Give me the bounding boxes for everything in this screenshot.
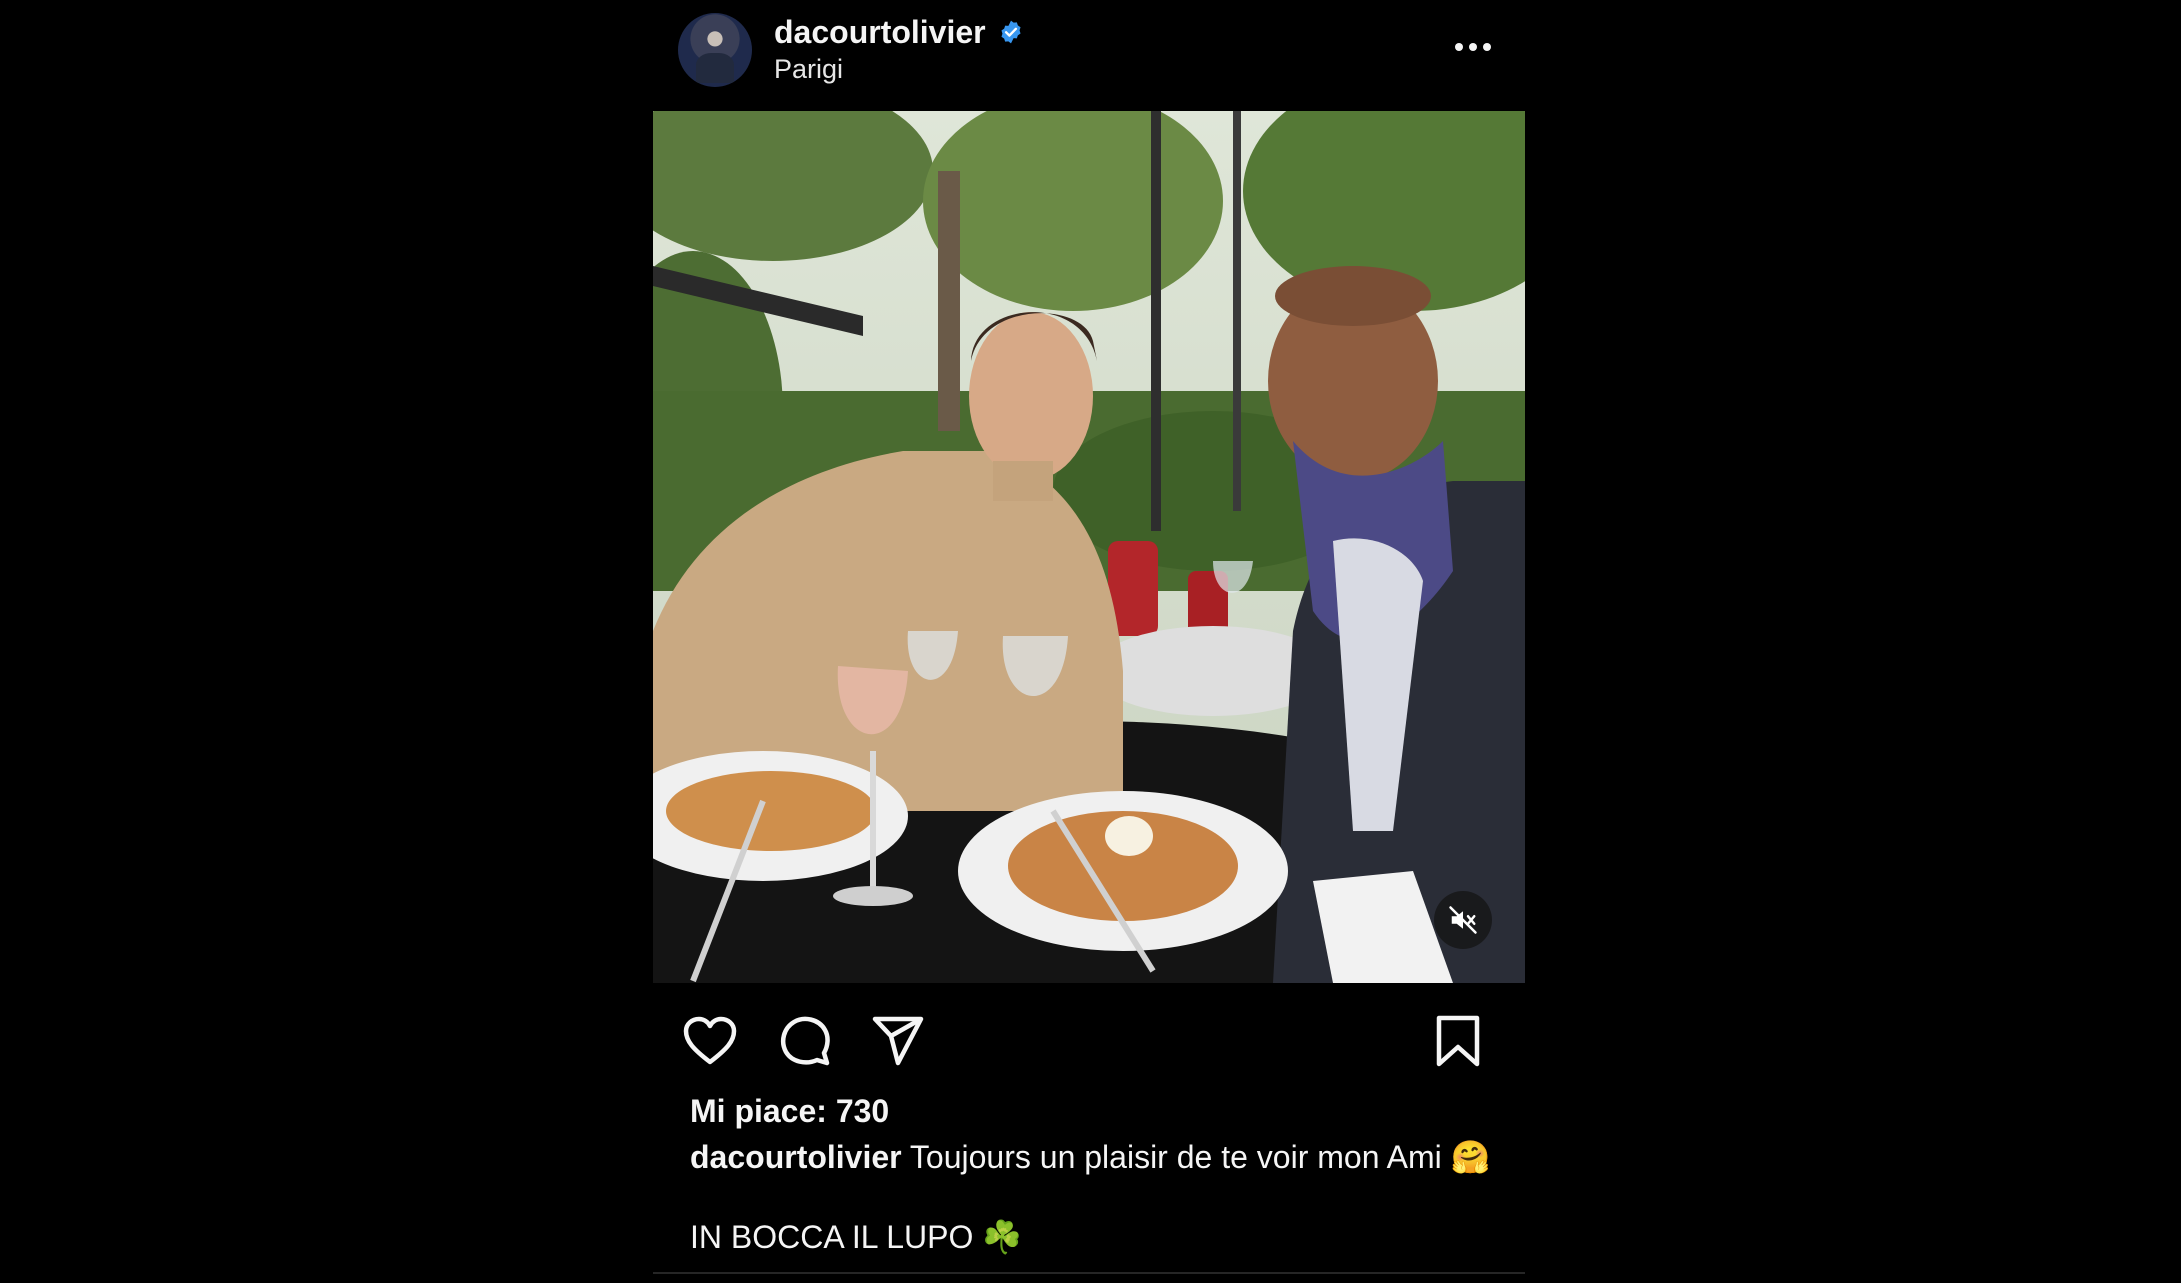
- post-location[interactable]: Parigi: [774, 54, 843, 85]
- bookmark-icon[interactable]: [1428, 1011, 1488, 1071]
- post-caption: dacourtolivier Toujours un plaisir de te…: [690, 1138, 1510, 1176]
- username[interactable]: dacourtolivier: [774, 14, 986, 51]
- comment-icon[interactable]: [775, 1011, 835, 1071]
- post-actions: [653, 1005, 1525, 1075]
- verified-badge-icon: [1001, 20, 1021, 44]
- avatar[interactable]: [678, 13, 752, 87]
- caption-username[interactable]: dacourtolivier: [690, 1139, 902, 1175]
- likes-count[interactable]: Mi piace: 730: [690, 1093, 889, 1130]
- post-divider: [653, 1272, 1525, 1274]
- photo-illustration: [653, 111, 1525, 983]
- caption-text: Toujours un plaisir de te voir mon Ami 🤗: [909, 1139, 1491, 1175]
- instagram-post: dacourtolivier Parigi Mi piace: 730 daco…: [653, 0, 1525, 1283]
- post-header: dacourtolivier Parigi: [653, 0, 1525, 110]
- post-photo[interactable]: [653, 111, 1525, 983]
- send-icon[interactable]: [868, 1011, 928, 1071]
- username-row: dacourtolivier: [774, 12, 1024, 52]
- speaker-muted-icon[interactable]: [1434, 891, 1492, 949]
- caption-second-line: IN BOCCA IL LUPO ☘️: [690, 1219, 1023, 1255]
- heart-icon[interactable]: [680, 1011, 740, 1071]
- more-options-icon[interactable]: [1443, 30, 1503, 64]
